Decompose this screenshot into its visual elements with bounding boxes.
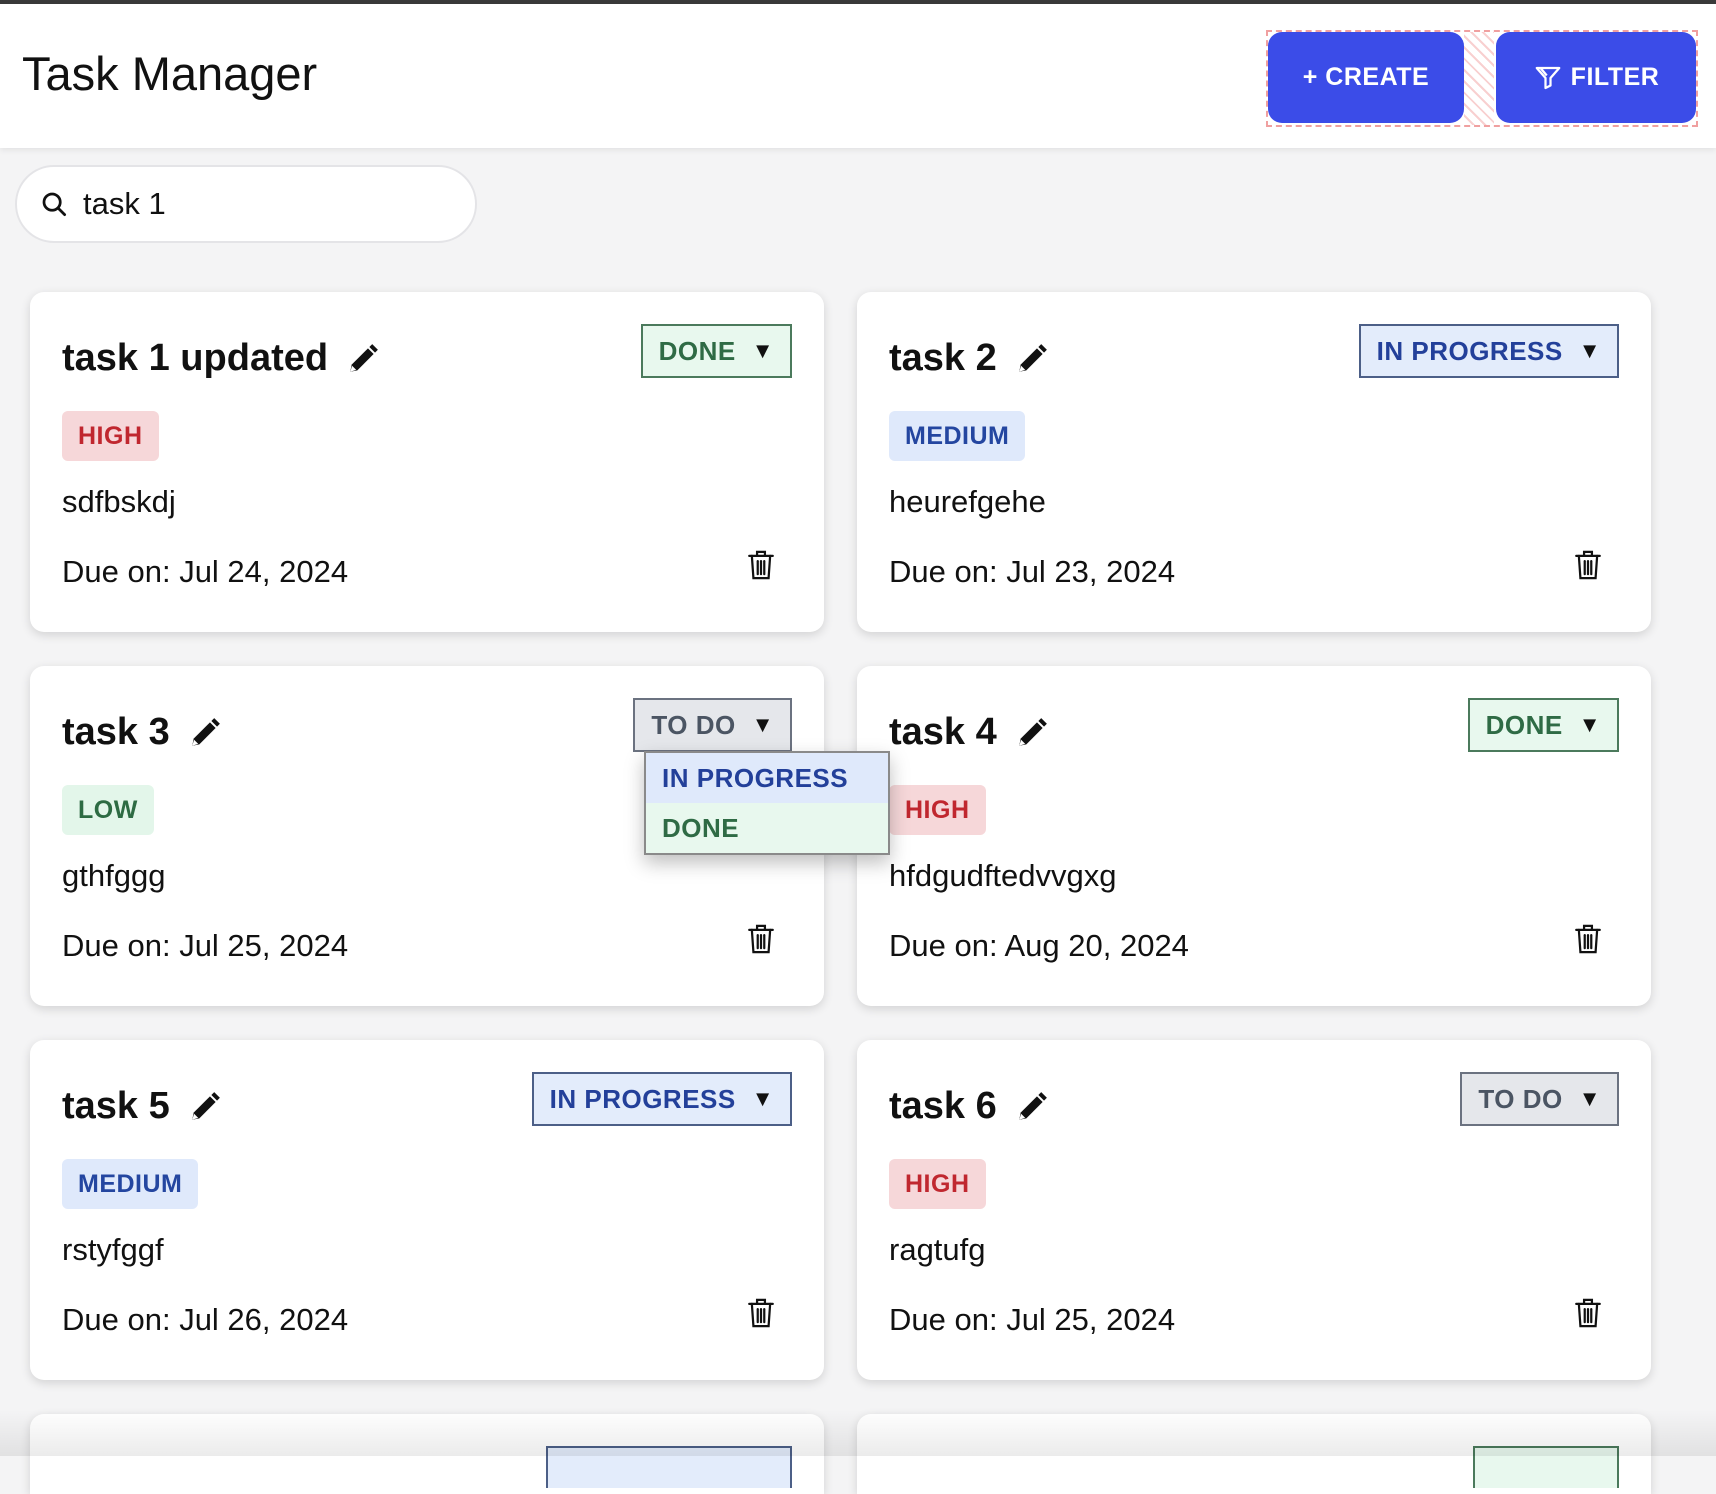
task-due-date: Due on: Jul 25, 2024: [889, 1302, 1176, 1337]
task-due-date: Due on: Aug 20, 2024: [889, 928, 1189, 963]
task-due-date: Due on: Jul 25, 2024: [62, 928, 349, 963]
task-title-row: task 5: [62, 1085, 222, 1128]
status-value: DONE: [1485, 709, 1563, 740]
task-title-row: task 6: [889, 1085, 1049, 1128]
search-input[interactable]: [81, 185, 445, 223]
priority-badge: HIGH: [889, 1159, 986, 1209]
status-dropdown-menu: IN PROGRESS DONE: [644, 751, 890, 855]
task-title: task 2: [889, 337, 997, 379]
task-due-date: Due on: Jul 26, 2024: [62, 1302, 349, 1337]
pencil-icon[interactable]: [188, 716, 222, 750]
status-select[interactable]: DONE ▼: [1467, 698, 1619, 752]
trash-icon[interactable]: [746, 548, 776, 582]
priority-badge: HIGH: [889, 785, 986, 835]
trash-icon[interactable]: [1573, 922, 1603, 956]
filter-button[interactable]: FILTER: [1496, 32, 1696, 123]
status-value: TO DO: [651, 709, 736, 740]
trash-icon[interactable]: [1573, 548, 1603, 582]
trash-icon[interactable]: [746, 1296, 776, 1330]
caret-down-icon: ▼: [751, 712, 774, 737]
task-description: hfdgudftedvvgxg: [889, 858, 1117, 893]
caret-down-icon: ▼: [751, 338, 774, 363]
caret-down-icon: ▼: [751, 1086, 774, 1111]
pencil-icon[interactable]: [1015, 1090, 1049, 1124]
actions-gap: [1464, 32, 1494, 125]
task-card: task 2 IN PROGRESS ▼ MEDIUM heurefgehe D…: [857, 292, 1651, 632]
pencil-icon[interactable]: [188, 1090, 222, 1124]
status-select-partial: [546, 1446, 792, 1488]
pencil-icon[interactable]: [1015, 342, 1049, 376]
search-bar: [15, 165, 477, 243]
task-title-row: task 3: [62, 711, 222, 754]
task-title-row: task 2: [889, 337, 1049, 380]
pencil-icon[interactable]: [346, 342, 380, 376]
filter-icon: [1533, 63, 1563, 93]
status-select[interactable]: TO DO ▼: [1460, 1072, 1619, 1126]
create-button-label: + CREATE: [1302, 63, 1430, 91]
task-description: sdfbskdj: [62, 484, 176, 519]
status-select[interactable]: IN PROGRESS ▼: [531, 1072, 792, 1126]
priority-badge: MEDIUM: [62, 1159, 199, 1209]
task-title-row: task 4: [889, 711, 1049, 754]
status-value: IN PROGRESS: [1376, 335, 1563, 366]
task-due-date: Due on: Jul 23, 2024: [889, 554, 1176, 589]
pencil-icon[interactable]: [1015, 716, 1049, 750]
header-actions: + CREATE FILTER: [1266, 30, 1698, 127]
task-title: task 6: [889, 1085, 997, 1127]
task-description: rstyfggf: [62, 1232, 164, 1267]
dropdown-option-done[interactable]: DONE: [646, 803, 888, 853]
priority-badge: LOW: [62, 785, 154, 835]
task-title: task 5: [62, 1085, 170, 1127]
status-select-partial: [1473, 1446, 1619, 1488]
task-description: heurefgehe: [889, 484, 1046, 519]
status-value: TO DO: [1478, 1083, 1563, 1114]
task-title: task 4: [889, 711, 997, 753]
trash-icon[interactable]: [746, 922, 776, 956]
caret-down-icon: ▼: [1578, 712, 1601, 737]
task-card: task 5 IN PROGRESS ▼ MEDIUM rstyfggf Due…: [30, 1040, 824, 1380]
task-card: task 1 updated DONE ▼ HIGH sdfbskdj Due …: [30, 292, 824, 632]
task-card: task 4 DONE ▼ HIGH hfdgudftedvvgxg Due o…: [857, 666, 1651, 1006]
task-title-row: task 1 updated: [62, 337, 380, 380]
status-select[interactable]: IN PROGRESS ▼: [1358, 324, 1619, 378]
app-header: Task Manager + CREATE FILTER: [0, 4, 1716, 148]
task-description: ragtufg: [889, 1232, 986, 1267]
search-icon: [39, 189, 69, 219]
priority-badge: HIGH: [62, 411, 159, 461]
status-value: DONE: [658, 335, 736, 366]
task-due-date: Due on: Jul 24, 2024: [62, 554, 349, 589]
filter-button-label: FILTER: [1570, 63, 1660, 91]
caret-down-icon: ▼: [1578, 1086, 1601, 1111]
status-select[interactable]: TO DO ▼: [633, 698, 792, 752]
task-title: task 1 updated: [62, 337, 329, 379]
create-button[interactable]: + CREATE: [1268, 32, 1464, 123]
caret-down-icon: ▼: [1578, 338, 1601, 363]
page-title: Task Manager: [22, 47, 318, 100]
status-select[interactable]: DONE ▼: [640, 324, 792, 378]
task-card-partial: [30, 1414, 824, 1494]
dropdown-option-in-progress[interactable]: IN PROGRESS: [646, 753, 888, 803]
status-value: IN PROGRESS: [549, 1083, 736, 1114]
trash-icon[interactable]: [1573, 1296, 1603, 1330]
task-title: task 3: [62, 711, 170, 753]
task-card: task 6 TO DO ▼ HIGH ragtufg Due on: Jul …: [857, 1040, 1651, 1380]
priority-badge: MEDIUM: [889, 411, 1026, 461]
task-card-partial: [857, 1414, 1651, 1494]
task-description: gthfggg: [62, 858, 166, 893]
